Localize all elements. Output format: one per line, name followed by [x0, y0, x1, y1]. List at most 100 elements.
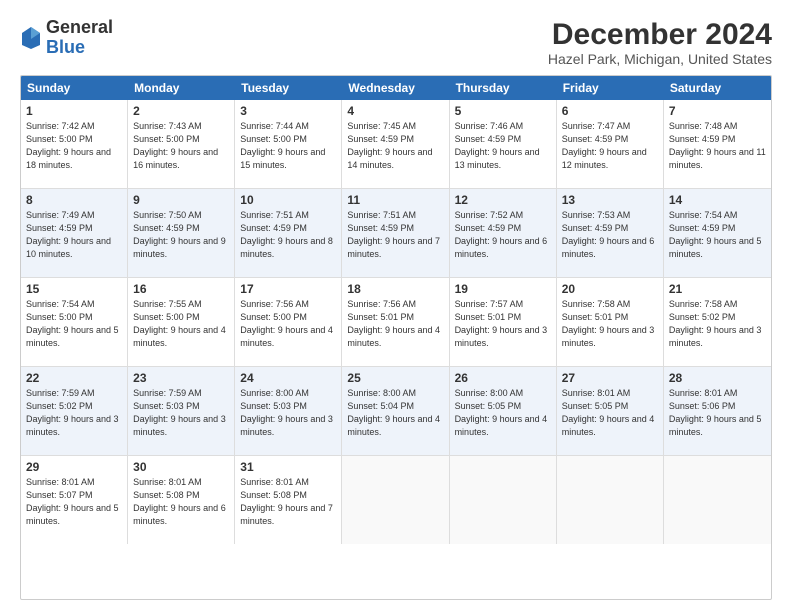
- logo-general: General: [46, 18, 113, 38]
- calendar: Sunday Monday Tuesday Wednesday Thursday…: [20, 75, 772, 600]
- calendar-cell: 4 Sunrise: 7:45 AMSunset: 4:59 PMDaylight…: [342, 100, 449, 188]
- header: General Blue December 2024 Hazel Park, M…: [20, 18, 772, 67]
- day-info: Sunrise: 8:00 AMSunset: 5:05 PMDaylight:…: [455, 387, 551, 439]
- calendar-cell: 11Sunrise: 7:51 AMSunset: 4:59 PMDayligh…: [342, 189, 449, 277]
- day-info: Sunrise: 7:50 AMSunset: 4:59 PMDaylight:…: [133, 209, 229, 261]
- day-number: 12: [455, 193, 551, 207]
- day-number: 20: [562, 282, 658, 296]
- day-info: Sunrise: 7:46 AMSunset: 4:59 PMDaylight:…: [455, 120, 551, 172]
- calendar-cell: 18Sunrise: 7:56 AMSunset: 5:01 PMDayligh…: [342, 278, 449, 366]
- day-number: 29: [26, 460, 122, 474]
- calendar-row-3: 15 Sunrise: 7:54 AMSunset: 5:00 PMDayligh…: [21, 278, 771, 367]
- calendar-cell: 16Sunrise: 7:55 AMSunset: 5:00 PMDayligh…: [128, 278, 235, 366]
- day-info: Sunrise: 7:59 AMSunset: 5:02 PMDaylight:…: [26, 387, 122, 439]
- day-info: Sunrise: 8:01 AMSunset: 5:07 PMDaylight:…: [26, 476, 122, 528]
- calendar-cell: 2Sunrise: 7:43 AMSunset: 5:00 PMDaylight…: [128, 100, 235, 188]
- day-info: Sunrise: 7:49 AMSunset: 4:59 PMDaylight:…: [26, 209, 122, 261]
- day-number: 17: [240, 282, 336, 296]
- day-info: Sunrise: 7:54 AMSunset: 4:59 PMDaylight:…: [669, 209, 766, 261]
- day-number: 9: [133, 193, 229, 207]
- calendar-cell: [664, 456, 771, 544]
- calendar-cell: 12Sunrise: 7:52 AMSunset: 4:59 PMDayligh…: [450, 189, 557, 277]
- day-number: 26: [455, 371, 551, 385]
- calendar-cell: 28 Sunrise: 8:01 AMSunset: 5:06 PMDayligh…: [664, 367, 771, 455]
- page: General Blue December 2024 Hazel Park, M…: [0, 0, 792, 612]
- day-info: Sunrise: 7:54 AMSunset: 5:00 PMDaylight:…: [26, 298, 122, 350]
- day-number: 15: [26, 282, 122, 296]
- logo-icon: [20, 25, 42, 51]
- calendar-cell: 20 Sunrise: 7:58 AMSunset: 5:01 PMDayligh…: [557, 278, 664, 366]
- day-number: 31: [240, 460, 336, 474]
- calendar-cell: 9 Sunrise: 7:50 AMSunset: 4:59 PMDaylight…: [128, 189, 235, 277]
- calendar-cell: [450, 456, 557, 544]
- calendar-cell: 29 Sunrise: 8:01 AMSunset: 5:07 PMDayligh…: [21, 456, 128, 544]
- day-info: Sunrise: 7:57 AMSunset: 5:01 PMDaylight:…: [455, 298, 551, 350]
- calendar-row-1: 1 Sunrise: 7:42 AMSunset: 5:00 PMDaylight…: [21, 100, 771, 189]
- day-number: 13: [562, 193, 658, 207]
- title-block: December 2024 Hazel Park, Michigan, Unit…: [548, 18, 772, 67]
- day-number: 24: [240, 371, 336, 385]
- calendar-cell: 30 Sunrise: 8:01 AMSunset: 5:08 PMDayligh…: [128, 456, 235, 544]
- day-number: 1: [26, 104, 122, 118]
- day-info: Sunrise: 7:59 AMSunset: 5:03 PMDaylight:…: [133, 387, 229, 439]
- calendar-cell: 10Sunrise: 7:51 AMSunset: 4:59 PMDayligh…: [235, 189, 342, 277]
- calendar-cell: 3 Sunrise: 7:44 AMSunset: 5:00 PMDaylight…: [235, 100, 342, 188]
- day-number: 28: [669, 371, 766, 385]
- day-number: 25: [347, 371, 443, 385]
- day-info: Sunrise: 7:48 AMSunset: 4:59 PMDaylight:…: [669, 120, 766, 172]
- header-sunday: Sunday: [21, 76, 128, 100]
- day-info: Sunrise: 8:01 AMSunset: 5:05 PMDaylight:…: [562, 387, 658, 439]
- calendar-cell: 1 Sunrise: 7:42 AMSunset: 5:00 PMDaylight…: [21, 100, 128, 188]
- calendar-cell: 22Sunrise: 7:59 AMSunset: 5:02 PMDayligh…: [21, 367, 128, 455]
- day-number: 19: [455, 282, 551, 296]
- day-info: Sunrise: 8:01 AMSunset: 5:08 PMDaylight:…: [133, 476, 229, 528]
- day-info: Sunrise: 7:45 AMSunset: 4:59 PMDaylight:…: [347, 120, 443, 172]
- day-info: Sunrise: 8:00 AMSunset: 5:03 PMDaylight:…: [240, 387, 336, 439]
- day-number: 11: [347, 193, 443, 207]
- day-info: Sunrise: 7:58 AMSunset: 5:01 PMDaylight:…: [562, 298, 658, 350]
- calendar-cell: 5 Sunrise: 7:46 AMSunset: 4:59 PMDaylight…: [450, 100, 557, 188]
- calendar-cell: 23 Sunrise: 7:59 AMSunset: 5:03 PMDayligh…: [128, 367, 235, 455]
- header-wednesday: Wednesday: [342, 76, 449, 100]
- calendar-cell: [342, 456, 449, 544]
- day-info: Sunrise: 7:51 AMSunset: 4:59 PMDaylight:…: [240, 209, 336, 261]
- day-info: Sunrise: 7:42 AMSunset: 5:00 PMDaylight:…: [26, 120, 122, 172]
- day-number: 21: [669, 282, 766, 296]
- calendar-cell: 17 Sunrise: 7:56 AMSunset: 5:00 PMDayligh…: [235, 278, 342, 366]
- calendar-cell: 14Sunrise: 7:54 AMSunset: 4:59 PMDayligh…: [664, 189, 771, 277]
- header-friday: Friday: [557, 76, 664, 100]
- day-info: Sunrise: 7:47 AMSunset: 4:59 PMDaylight:…: [562, 120, 658, 172]
- day-number: 30: [133, 460, 229, 474]
- day-info: Sunrise: 8:01 AMSunset: 5:06 PMDaylight:…: [669, 387, 766, 439]
- logo-text: General Blue: [46, 18, 113, 58]
- calendar-cell: 21 Sunrise: 7:58 AMSunset: 5:02 PMDayligh…: [664, 278, 771, 366]
- day-number: 4: [347, 104, 443, 118]
- calendar-row-2: 8 Sunrise: 7:49 AMSunset: 4:59 PMDaylight…: [21, 189, 771, 278]
- calendar-header: Sunday Monday Tuesday Wednesday Thursday…: [21, 76, 771, 100]
- subtitle: Hazel Park, Michigan, United States: [548, 51, 772, 67]
- day-number: 5: [455, 104, 551, 118]
- day-number: 23: [133, 371, 229, 385]
- day-info: Sunrise: 7:44 AMSunset: 5:00 PMDaylight:…: [240, 120, 336, 172]
- day-info: Sunrise: 7:55 AMSunset: 5:00 PMDaylight:…: [133, 298, 229, 350]
- day-number: 8: [26, 193, 122, 207]
- calendar-cell: 24 Sunrise: 8:00 AMSunset: 5:03 PMDayligh…: [235, 367, 342, 455]
- calendar-cell: 26 Sunrise: 8:00 AMSunset: 5:05 PMDayligh…: [450, 367, 557, 455]
- calendar-cell: 31Sunrise: 8:01 AMSunset: 5:08 PMDayligh…: [235, 456, 342, 544]
- logo: General Blue: [20, 18, 113, 58]
- day-info: Sunrise: 7:56 AMSunset: 5:00 PMDaylight:…: [240, 298, 336, 350]
- day-info: Sunrise: 7:43 AMSunset: 5:00 PMDaylight:…: [133, 120, 229, 172]
- calendar-cell: 19 Sunrise: 7:57 AMSunset: 5:01 PMDayligh…: [450, 278, 557, 366]
- logo-blue: Blue: [46, 38, 113, 58]
- calendar-row-5: 29 Sunrise: 8:01 AMSunset: 5:07 PMDayligh…: [21, 456, 771, 544]
- calendar-cell: 25Sunrise: 8:00 AMSunset: 5:04 PMDayligh…: [342, 367, 449, 455]
- day-info: Sunrise: 7:58 AMSunset: 5:02 PMDaylight:…: [669, 298, 766, 350]
- day-number: 6: [562, 104, 658, 118]
- calendar-cell: 8 Sunrise: 7:49 AMSunset: 4:59 PMDaylight…: [21, 189, 128, 277]
- header-thursday: Thursday: [450, 76, 557, 100]
- header-monday: Monday: [128, 76, 235, 100]
- calendar-cell: 6 Sunrise: 7:47 AMSunset: 4:59 PMDaylight…: [557, 100, 664, 188]
- day-info: Sunrise: 7:53 AMSunset: 4:59 PMDaylight:…: [562, 209, 658, 261]
- day-number: 3: [240, 104, 336, 118]
- day-number: 7: [669, 104, 766, 118]
